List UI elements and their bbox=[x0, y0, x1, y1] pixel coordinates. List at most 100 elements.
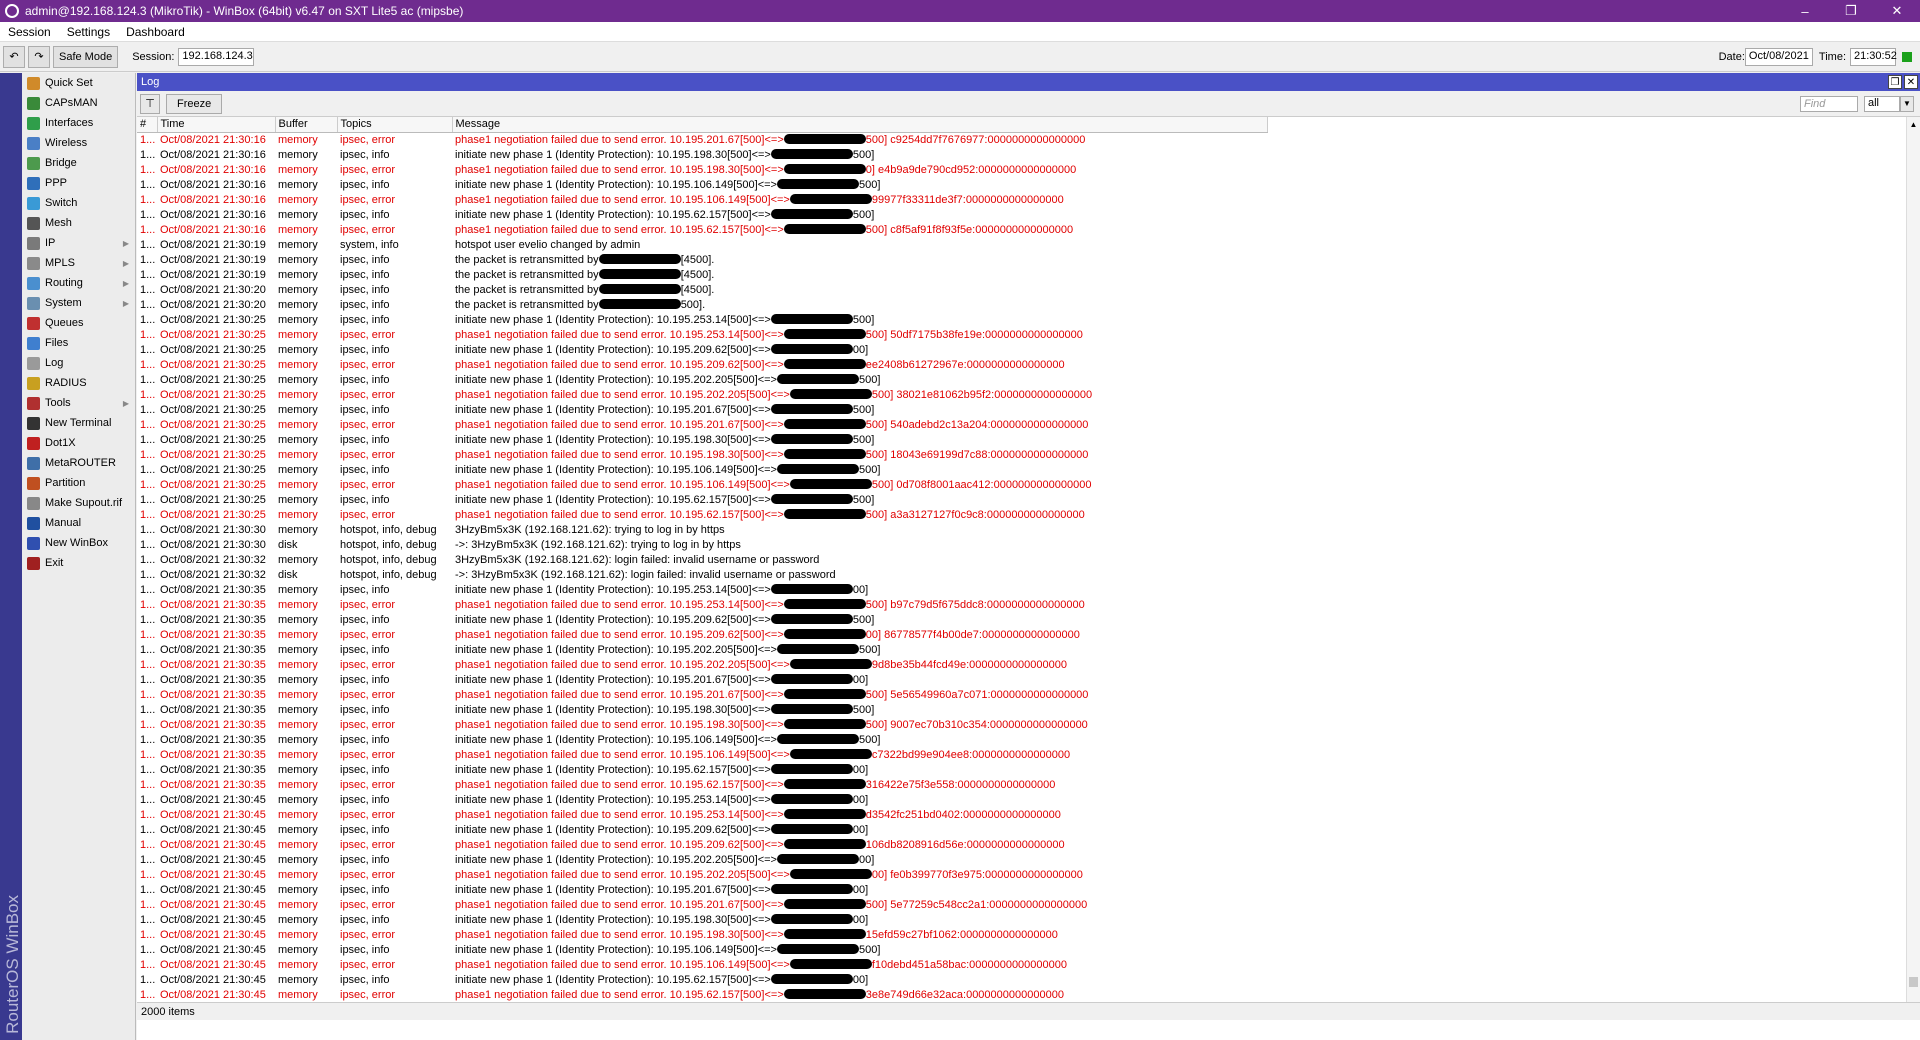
column-header-number[interactable]: # bbox=[137, 117, 158, 133]
table-row[interactable]: 1... Oct/08/2021 21:30:45 memory ipsec, err… bbox=[137, 988, 1267, 1003]
vertical-scrollbar[interactable]: ▲ bbox=[1906, 117, 1920, 1002]
table-row[interactable]: 1... Oct/08/2021 21:30:45 memory ipsec, err… bbox=[137, 928, 1267, 943]
table-row[interactable]: 1... Oct/08/2021 21:30:16 memory ipsec, err… bbox=[137, 132, 1267, 148]
table-row[interactable]: 1... Oct/08/2021 21:30:45 memory ipsec, err… bbox=[137, 868, 1267, 883]
table-row[interactable]: 1... Oct/08/2021 21:30:25 memory ipsec, inf… bbox=[137, 463, 1267, 478]
table-row[interactable]: 1... Oct/08/2021 21:30:45 memory ipsec, inf… bbox=[137, 973, 1267, 988]
table-row[interactable]: 1... Oct/08/2021 21:30:25 memory ipsec, inf… bbox=[137, 313, 1267, 328]
sidebar-item-tools[interactable]: Tools ▶ bbox=[22, 393, 135, 413]
freeze-button[interactable]: Freeze bbox=[166, 93, 223, 114]
sidebar-item-dot1x[interactable]: Dot1X bbox=[22, 433, 135, 453]
table-row[interactable]: 1... Oct/08/2021 21:30:25 memory ipsec, inf… bbox=[137, 433, 1267, 448]
table-row[interactable]: 1... Oct/08/2021 21:30:35 memory ipsec, err… bbox=[137, 658, 1267, 673]
minimize-button[interactable]: – bbox=[1782, 0, 1828, 22]
close-button[interactable]: ✕ bbox=[1874, 0, 1920, 22]
table-row[interactable]: 1... Oct/08/2021 21:30:19 memory ipsec, inf… bbox=[137, 268, 1267, 283]
table-row[interactable]: 1... Oct/08/2021 21:30:25 memory ipsec, err… bbox=[137, 448, 1267, 463]
sidebar-item-system[interactable]: System ▶ bbox=[22, 293, 135, 313]
sidebar-item-partition[interactable]: Partition bbox=[22, 473, 135, 493]
table-row[interactable]: 1... Oct/08/2021 21:30:35 memory ipsec, err… bbox=[137, 628, 1267, 643]
table-row[interactable]: 1... Oct/08/2021 21:30:45 memory ipsec, err… bbox=[137, 808, 1267, 823]
table-row[interactable]: 1... Oct/08/2021 21:30:35 memory ipsec, inf… bbox=[137, 643, 1267, 658]
table-row[interactable]: 1... Oct/08/2021 21:30:25 memory ipsec, err… bbox=[137, 388, 1267, 403]
table-row[interactable]: 1... Oct/08/2021 21:30:35 memory ipsec, inf… bbox=[137, 673, 1267, 688]
table-row[interactable]: 1... Oct/08/2021 21:30:35 memory ipsec, err… bbox=[137, 598, 1267, 613]
table-row[interactable]: 1... Oct/08/2021 21:30:25 memory ipsec, inf… bbox=[137, 493, 1267, 508]
undo-button[interactable]: ↶ bbox=[3, 45, 25, 68]
table-row[interactable]: 1... Oct/08/2021 21:30:16 memory ipsec, err… bbox=[137, 163, 1267, 178]
sidebar-item-ppp[interactable]: PPP bbox=[22, 173, 135, 193]
redo-button[interactable]: ↷ bbox=[28, 45, 50, 68]
sidebar-item-exit[interactable]: Exit bbox=[22, 553, 135, 573]
scroll-up-icon[interactable]: ▲ bbox=[1907, 117, 1920, 131]
session-field[interactable]: 192.168.124.3 bbox=[178, 47, 255, 66]
sidebar-item-radius[interactable]: RADIUS bbox=[22, 373, 135, 393]
table-row[interactable]: 1... Oct/08/2021 21:30:35 memory ipsec, inf… bbox=[137, 613, 1267, 628]
table-row[interactable]: 1... Oct/08/2021 21:30:16 memory ipsec, err… bbox=[137, 193, 1267, 208]
table-row[interactable]: 1... Oct/08/2021 21:30:35 memory ipsec, inf… bbox=[137, 583, 1267, 598]
sidebar-item-manual[interactable]: Manual bbox=[22, 513, 135, 533]
table-row[interactable]: 1... Oct/08/2021 21:30:25 memory ipsec, err… bbox=[137, 328, 1267, 343]
table-row[interactable]: 1... Oct/08/2021 21:30:32 memory hotspot, i… bbox=[137, 553, 1267, 568]
table-row[interactable]: 1... Oct/08/2021 21:30:25 memory ipsec, err… bbox=[137, 478, 1267, 493]
table-row[interactable]: 1... Oct/08/2021 21:30:45 memory ipsec, err… bbox=[137, 838, 1267, 853]
sidebar-item-log[interactable]: Log bbox=[22, 353, 135, 373]
table-row[interactable]: 1... Oct/08/2021 21:30:16 memory ipsec, inf… bbox=[137, 178, 1267, 193]
table-row[interactable]: 1... Oct/08/2021 21:30:45 memory ipsec, err… bbox=[137, 898, 1267, 913]
table-row[interactable]: 1... Oct/08/2021 21:30:35 memory ipsec, err… bbox=[137, 778, 1267, 793]
sidebar-item-capsman[interactable]: CAPsMAN bbox=[22, 93, 135, 113]
log-restore-button[interactable]: ❐ bbox=[1888, 75, 1902, 89]
scroll-thumb[interactable] bbox=[1909, 977, 1918, 987]
table-row[interactable]: 1... Oct/08/2021 21:30:16 memory ipsec, err… bbox=[137, 223, 1267, 238]
column-header-message[interactable]: Message bbox=[452, 117, 1268, 133]
table-row[interactable]: 1... Oct/08/2021 21:30:20 memory ipsec, inf… bbox=[137, 298, 1267, 313]
find-input[interactable] bbox=[1800, 95, 1858, 112]
sidebar-item-queues[interactable]: Queues bbox=[22, 313, 135, 333]
sidebar-item-metarouter[interactable]: MetaROUTER bbox=[22, 453, 135, 473]
table-row[interactable]: 1... Oct/08/2021 21:30:25 memory ipsec, err… bbox=[137, 418, 1267, 433]
chevron-down-icon[interactable]: ▼ bbox=[1900, 95, 1914, 112]
menu-dashboard[interactable]: Dashboard bbox=[118, 25, 193, 39]
sidebar-item-routing[interactable]: Routing ▶ bbox=[22, 273, 135, 293]
sidebar-item-new-winbox[interactable]: New WinBox bbox=[22, 533, 135, 553]
table-row[interactable]: 1... Oct/08/2021 21:30:20 memory ipsec, inf… bbox=[137, 283, 1267, 298]
sidebar-item-mpls[interactable]: MPLS ▶ bbox=[22, 253, 135, 273]
sidebar-item-files[interactable]: Files bbox=[22, 333, 135, 353]
log-close-button[interactable]: ✕ bbox=[1904, 75, 1918, 89]
table-row[interactable]: 1... Oct/08/2021 21:30:35 memory ipsec, err… bbox=[137, 688, 1267, 703]
menu-settings[interactable]: Settings bbox=[59, 25, 118, 39]
buffer-select[interactable]: all bbox=[1864, 95, 1900, 112]
table-row[interactable]: 1... Oct/08/2021 21:30:25 memory ipsec, err… bbox=[137, 508, 1267, 523]
sidebar-item-mesh[interactable]: Mesh bbox=[22, 213, 135, 233]
table-row[interactable]: 1... Oct/08/2021 21:30:19 memory system, in… bbox=[137, 238, 1267, 253]
table-row[interactable]: 1... Oct/08/2021 21:30:30 disk hotspot, inf… bbox=[137, 538, 1267, 553]
table-row[interactable]: 1... Oct/08/2021 21:30:35 memory ipsec, err… bbox=[137, 718, 1267, 733]
sidebar-item-make-supout-rif[interactable]: Make Supout.rif bbox=[22, 493, 135, 513]
column-header-topics[interactable]: Topics bbox=[337, 117, 453, 133]
column-header-time[interactable]: Time bbox=[157, 117, 276, 133]
table-row[interactable]: 1... Oct/08/2021 21:30:35 memory ipsec, inf… bbox=[137, 763, 1267, 778]
table-row[interactable]: 1... Oct/08/2021 21:30:45 memory ipsec, inf… bbox=[137, 823, 1267, 838]
table-row[interactable]: 1... Oct/08/2021 21:30:19 memory ipsec, inf… bbox=[137, 253, 1267, 268]
sidebar-item-wireless[interactable]: Wireless bbox=[22, 133, 135, 153]
table-row[interactable]: 1... Oct/08/2021 21:30:35 memory ipsec, inf… bbox=[137, 703, 1267, 718]
table-row[interactable]: 1... Oct/08/2021 21:30:45 memory ipsec, inf… bbox=[137, 793, 1267, 808]
table-row[interactable]: 1... Oct/08/2021 21:30:32 disk hotspot, inf… bbox=[137, 568, 1267, 583]
table-row[interactable]: 1... Oct/08/2021 21:30:45 memory ipsec, err… bbox=[137, 958, 1267, 973]
table-row[interactable]: 1... Oct/08/2021 21:30:25 memory ipsec, inf… bbox=[137, 403, 1267, 418]
table-row[interactable]: 1... Oct/08/2021 21:30:25 memory ipsec, err… bbox=[137, 358, 1267, 373]
sidebar-item-ip[interactable]: IP ▶ bbox=[22, 233, 135, 253]
table-row[interactable]: 1... Oct/08/2021 21:30:45 memory ipsec, inf… bbox=[137, 853, 1267, 868]
table-row[interactable]: 1... Oct/08/2021 21:30:35 memory ipsec, inf… bbox=[137, 733, 1267, 748]
sidebar-item-bridge[interactable]: Bridge bbox=[22, 153, 135, 173]
filter-button[interactable]: ⊤ bbox=[140, 93, 160, 114]
table-row[interactable]: 1... Oct/08/2021 21:30:45 memory ipsec, inf… bbox=[137, 883, 1267, 898]
table-row[interactable]: 1... Oct/08/2021 21:30:16 memory ipsec, inf… bbox=[137, 208, 1267, 223]
menu-session[interactable]: Session bbox=[0, 25, 59, 39]
sidebar-item-switch[interactable]: Switch bbox=[22, 193, 135, 213]
table-row[interactable]: 1... Oct/08/2021 21:30:45 memory ipsec, inf… bbox=[137, 943, 1267, 958]
sidebar-item-quick-set[interactable]: Quick Set bbox=[22, 73, 135, 93]
table-row[interactable]: 1... Oct/08/2021 21:30:35 memory ipsec, err… bbox=[137, 748, 1267, 763]
sidebar-item-interfaces[interactable]: Interfaces bbox=[22, 113, 135, 133]
table-row[interactable]: 1... Oct/08/2021 21:30:25 memory ipsec, inf… bbox=[137, 343, 1267, 358]
